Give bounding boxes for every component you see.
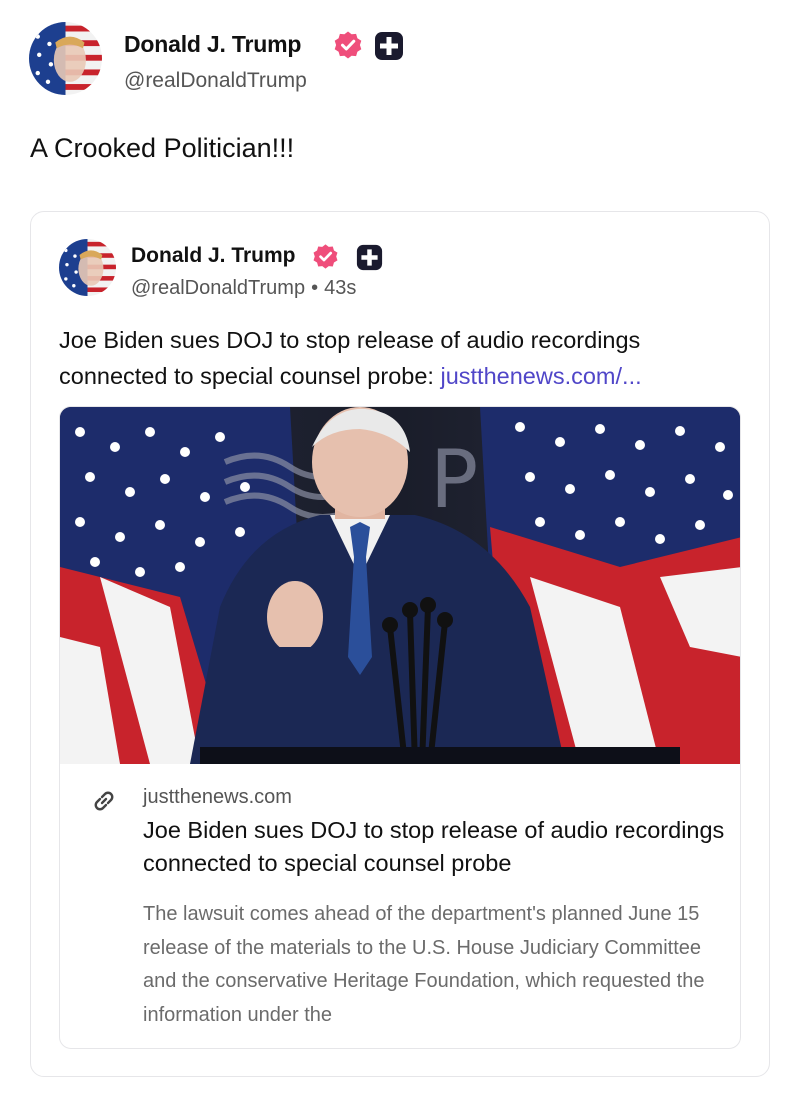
quoted-author-handle[interactable]: @realDonaldTrump — [131, 277, 305, 299]
post-text: A Crooked Politician!!! — [30, 133, 295, 163]
quoted-post-link[interactable]: justthenews.com/... — [440, 363, 641, 389]
link-preview-title[interactable]: Joe Biden sues DOJ to stop release of au… — [143, 814, 733, 880]
post: Donald J. Trump @realDonaldTrump A Crook… — [0, 0, 800, 1098]
plus-badge-icon — [356, 244, 383, 271]
svg-text:P: P — [430, 433, 478, 526]
meta-separator: • — [311, 277, 319, 299]
verified-check-badge-icon — [333, 30, 363, 60]
quoted-author-name[interactable]: Donald J. Trump — [131, 244, 296, 268]
link-preview-description: The lawsuit comes ahead of the departmen… — [143, 903, 705, 1026]
author-avatar[interactable] — [29, 22, 102, 95]
quoted-author-avatar[interactable] — [59, 239, 116, 296]
post-timestamp[interactable]: 43s — [324, 277, 356, 299]
chain-link-icon — [89, 786, 119, 816]
link-preview-domain[interactable]: justthenews.com — [143, 786, 292, 809]
quoted-author-meta: @realDonaldTrump • 43s — [131, 277, 356, 300]
plus-badge-icon — [374, 31, 404, 61]
author-handle[interactable]: @realDonaldTrump — [124, 69, 307, 93]
verified-check-badge-icon — [312, 243, 339, 270]
link-preview-image[interactable]: P — [60, 407, 740, 764]
author-name[interactable]: Donald J. Trump — [124, 31, 301, 58]
quoted-post-text: Joe Biden sues DOJ to stop release of au… — [59, 322, 749, 394]
